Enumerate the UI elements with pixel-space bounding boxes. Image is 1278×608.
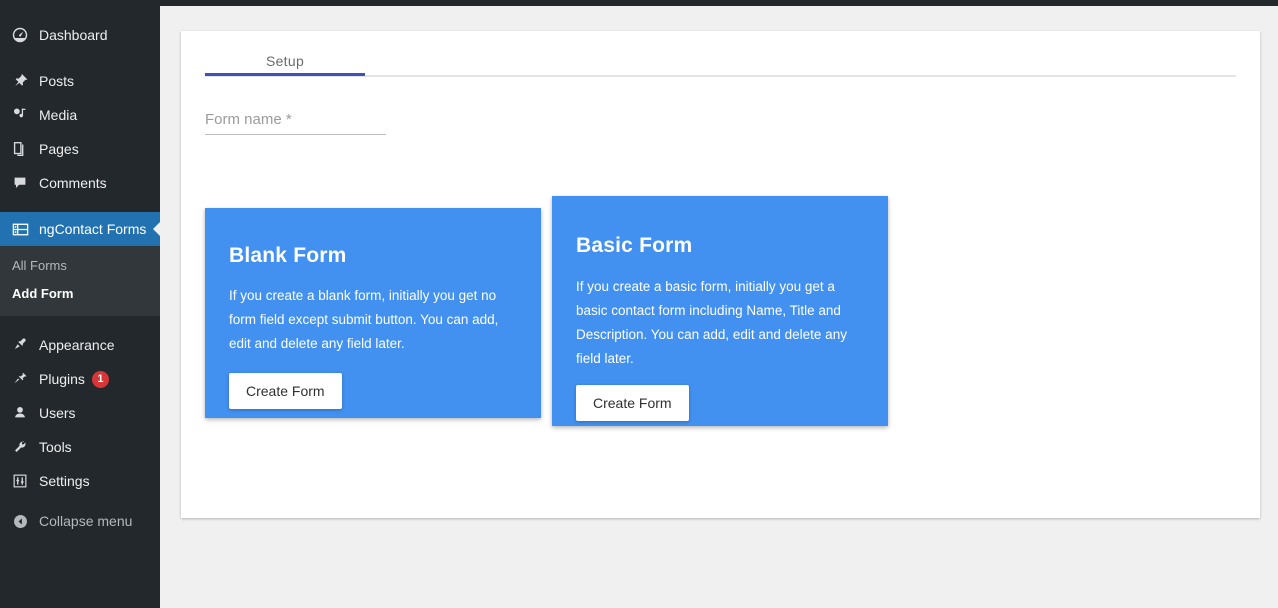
sidebar-item-label: Tools [39,439,72,455]
wrench-icon [10,437,30,457]
sidebar-item-label: Dashboard [39,27,108,43]
sidebar-item-settings[interactable]: Settings [0,464,160,498]
pages-icon [10,139,30,159]
paintbrush-icon [10,335,30,355]
admin-sidebar: Dashboard Posts Media Pages Comments ngC… [0,0,161,608]
submenu-item-label: Add Form [12,286,74,301]
sidebar-item-label: Collapse menu [39,513,133,529]
screen: Dashboard Posts Media Pages Comments ngC… [0,0,1278,608]
sidebar-item-label: Comments [39,175,107,191]
form-name-field-wrapper [205,109,386,135]
add-form-panel: Setup Blank Form If you create a blank f… [181,31,1260,518]
media-icon [10,105,30,125]
sidebar-item-label: Settings [39,473,90,489]
pin-icon [10,71,30,91]
main-content: Setup Blank Form If you create a blank f… [160,6,1278,608]
basic-form-card: Basic Form If you create a basic form, i… [552,196,888,426]
submenu-item-label: All Forms [12,258,67,273]
sidebar-item-users[interactable]: Users [0,396,160,430]
sidebar-item-label: Users [39,405,76,421]
sidebar-item-ngcontact-forms[interactable]: ngContact Forms [0,212,161,246]
sidebar-item-plugins[interactable]: Plugins 1 [0,362,160,396]
sidebar-item-pages[interactable]: Pages [0,132,160,166]
sidebar-item-comments[interactable]: Comments [0,166,160,200]
sidebar-item-dashboard[interactable]: Dashboard [0,18,160,52]
basic-form-create-button[interactable]: Create Form [576,385,689,421]
tab-setup[interactable]: Setup [205,53,365,69]
sidebar-item-label: Plugins [39,371,85,387]
sliders-icon [10,471,30,491]
sidebar-item-media[interactable]: Media [0,98,160,132]
sidebar-item-label: Pages [39,141,79,157]
sidebar-item-label: Posts [39,73,75,89]
blank-form-title: Blank Form [229,244,347,267]
sidebar-item-label: Appearance [39,337,115,353]
submenu-item-all-forms[interactable]: All Forms [0,252,160,280]
blank-form-card: Blank Form If you create a blank form, i… [205,208,541,418]
submenu-item-add-form[interactable]: Add Form [0,280,160,308]
comments-icon [10,173,30,193]
form-list-icon [10,219,30,239]
form-name-input[interactable] [205,109,386,135]
sidebar-item-tools[interactable]: Tools [0,430,160,464]
dashboard-icon [10,25,30,45]
tab-active-indicator [205,73,365,76]
sidebar-item-appearance[interactable]: Appearance [0,328,160,362]
blank-form-description: If you create a blank form, initially yo… [229,288,499,351]
sidebar-item-collapse-menu[interactable]: Collapse menu [0,504,160,538]
user-icon [10,403,30,423]
plug-icon [10,369,30,389]
basic-form-title: Basic Form [576,234,693,257]
plugins-update-badge: 1 [91,370,109,388]
collapse-arrow-icon [10,511,30,531]
basic-form-description: If you create a basic form, initially yo… [576,279,847,366]
sidebar-item-label: ngContact Forms [39,221,147,237]
sidebar-item-label: Media [39,107,78,123]
sidebar-item-posts[interactable]: Posts [0,64,160,98]
blank-form-create-button[interactable]: Create Form [229,373,342,409]
ngcontact-forms-submenu: All Forms Add Form [0,246,160,316]
